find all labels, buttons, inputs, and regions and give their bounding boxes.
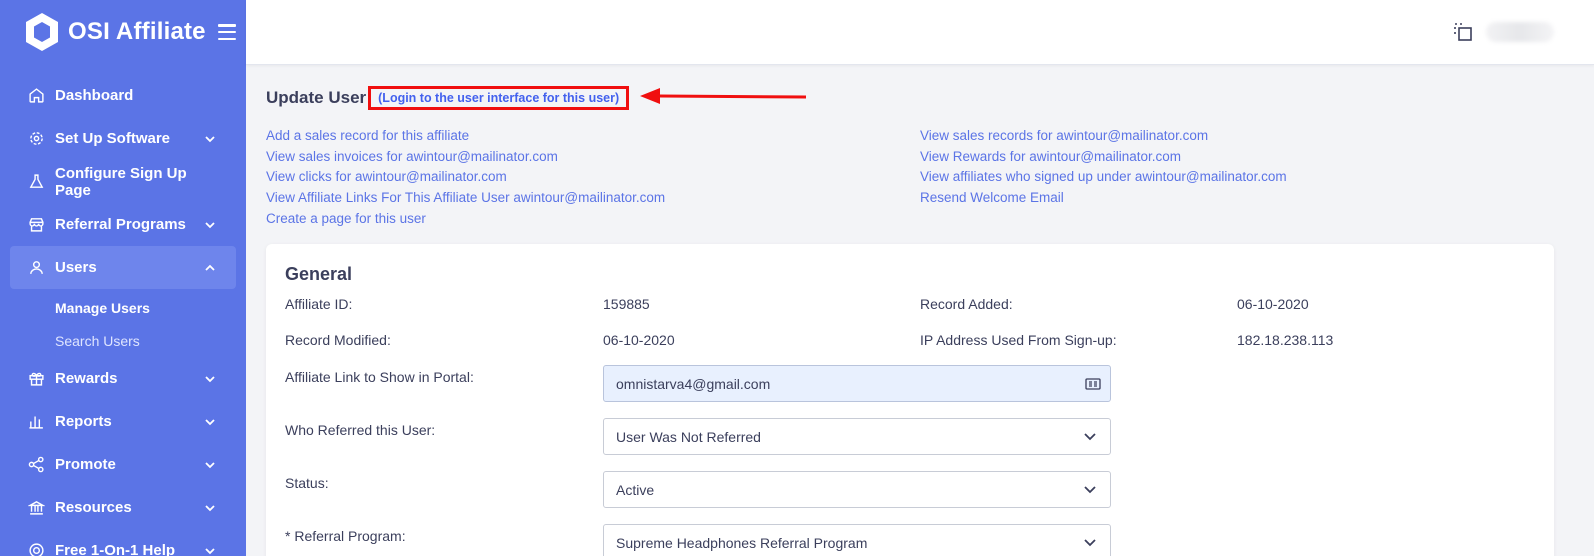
lifebuoy-icon bbox=[27, 542, 45, 556]
user-avatar[interactable] bbox=[1486, 22, 1554, 42]
brand: OSI Affiliate bbox=[24, 12, 236, 52]
window-toggle-icon[interactable] bbox=[1452, 21, 1474, 43]
referred-by-select[interactable]: User Was Not Referred bbox=[603, 418, 1111, 455]
chevron-down-icon bbox=[205, 461, 215, 468]
referred-by-label: Who Referred this User: bbox=[285, 422, 436, 438]
chevron-down-icon bbox=[1084, 433, 1096, 441]
sidebar-item-label: Promote bbox=[55, 456, 116, 473]
share-icon bbox=[27, 456, 45, 474]
resend-welcome-email-link[interactable]: Resend Welcome Email bbox=[920, 188, 1287, 209]
chevron-down-icon bbox=[205, 135, 215, 142]
affiliate-id-value: 159885 bbox=[603, 296, 650, 312]
general-card: General Affiliate ID: 159885 Record Adde… bbox=[266, 244, 1554, 556]
record-added-value: 06-10-2020 bbox=[1237, 296, 1309, 312]
home-icon bbox=[27, 87, 45, 105]
annotation-arrow-icon bbox=[640, 88, 807, 104]
main-content: Update User (Login to the user interface… bbox=[246, 66, 1594, 556]
sidebar-item-reports[interactable]: Reports bbox=[0, 400, 246, 443]
sidebar-subitem-search-users[interactable]: Search Users bbox=[0, 324, 246, 357]
view-affiliate-links-link[interactable]: View Affiliate Links For This Affiliate … bbox=[266, 188, 665, 209]
affiliate-link-label: Affiliate Link to Show in Portal: bbox=[285, 369, 474, 385]
login-as-user-link[interactable]: (Login to the user interface for this us… bbox=[368, 86, 630, 110]
affiliate-id-label: Affiliate ID: bbox=[285, 296, 353, 312]
sidebar-subitem-manage-users[interactable]: Manage Users bbox=[0, 291, 246, 324]
view-referred-affiliates-link[interactable]: View affiliates who signed up under awin… bbox=[920, 167, 1287, 188]
sidebar-item-set-up-software[interactable]: Set Up Software bbox=[0, 117, 246, 160]
user-action-links-left: Add a sales record for this affiliate Vi… bbox=[266, 126, 665, 229]
user-icon bbox=[27, 259, 45, 277]
sidebar-item-label: Set Up Software bbox=[55, 130, 171, 147]
ip-address-value: 182.18.238.113 bbox=[1237, 332, 1334, 348]
chevron-down-icon bbox=[205, 375, 215, 382]
sidebar: OSI Affiliate Dashboard Set Up Software … bbox=[0, 0, 246, 556]
add-sales-record-link[interactable]: Add a sales record for this affiliate bbox=[266, 126, 665, 147]
affiliate-link-input[interactable]: omnistarva4@gmail.com bbox=[603, 365, 1111, 402]
flask-icon bbox=[27, 173, 45, 191]
sidebar-item-dashboard[interactable]: Dashboard bbox=[0, 74, 246, 117]
record-added-label: Record Added: bbox=[920, 296, 1013, 312]
osi-logo-icon bbox=[26, 13, 58, 51]
chevron-down-icon bbox=[1084, 486, 1096, 494]
chevron-down-icon bbox=[205, 547, 215, 554]
sidebar-item-label: Dashboard bbox=[55, 87, 134, 104]
status-select-value: Active bbox=[616, 481, 655, 498]
sidebar-item-referral-programs[interactable]: Referral Programs bbox=[0, 203, 246, 246]
sidebar-item-label: Free 1-On-1 Help bbox=[55, 542, 176, 556]
sidebar-item-label: Resources bbox=[55, 499, 132, 516]
user-action-links-right: View sales records for awintour@mailinat… bbox=[920, 126, 1287, 209]
referral-program-label: * Referral Program: bbox=[285, 528, 406, 544]
sidebar-nav: Dashboard Set Up Software Configure Sign… bbox=[0, 74, 246, 556]
chevron-down-icon bbox=[205, 418, 215, 425]
store-icon bbox=[27, 216, 45, 234]
contact-card-icon bbox=[1085, 378, 1101, 390]
affiliate-link-input-value: omnistarva4@gmail.com bbox=[616, 375, 771, 392]
sidebar-item-label: Users bbox=[55, 259, 97, 276]
status-select[interactable]: Active bbox=[603, 471, 1111, 508]
sidebar-item-users[interactable]: Users bbox=[10, 246, 236, 289]
bank-icon bbox=[27, 499, 45, 517]
view-clicks-link[interactable]: View clicks for awintour@mailinator.com bbox=[266, 167, 665, 188]
chevron-up-icon bbox=[205, 264, 215, 271]
sidebar-item-label: Configure Sign Up Page bbox=[55, 164, 187, 199]
page-title: Update User (Login to the user interface… bbox=[266, 86, 630, 110]
sidebar-item-label: Rewards bbox=[55, 370, 118, 387]
sidebar-item-resources[interactable]: Resources bbox=[0, 486, 246, 529]
view-sales-records-link[interactable]: View sales records for awintour@mailinat… bbox=[920, 126, 1287, 147]
topbar bbox=[246, 0, 1594, 65]
page-title-text: Update User bbox=[266, 88, 367, 107]
record-modified-label: Record Modified: bbox=[285, 332, 391, 348]
chevron-down-icon bbox=[205, 504, 215, 511]
gift-icon bbox=[27, 370, 45, 388]
create-page-link[interactable]: Create a page for this user bbox=[266, 209, 665, 230]
brand-name: OSI Affiliate bbox=[68, 18, 206, 45]
view-sales-invoices-link[interactable]: View sales invoices for awintour@mailina… bbox=[266, 147, 665, 168]
sidebar-item-rewards[interactable]: Rewards bbox=[0, 357, 246, 400]
gear-icon bbox=[27, 130, 45, 148]
ip-address-label: IP Address Used From Sign-up: bbox=[920, 332, 1117, 348]
chevron-down-icon bbox=[205, 221, 215, 228]
status-label: Status: bbox=[285, 475, 329, 491]
record-modified-value: 06-10-2020 bbox=[603, 332, 675, 348]
sidebar-item-configure-sign-up-page[interactable]: Configure Sign Up Page bbox=[0, 160, 246, 203]
chevron-down-icon bbox=[1084, 539, 1096, 547]
referral-program-select-value: Supreme Headphones Referral Program bbox=[616, 534, 868, 551]
sidebar-item-promote[interactable]: Promote bbox=[0, 443, 246, 486]
general-card-title: General bbox=[285, 264, 353, 284]
sidebar-item-label: Referral Programs bbox=[55, 216, 186, 233]
sidebar-item-label: Reports bbox=[55, 413, 112, 430]
referral-program-select[interactable]: Supreme Headphones Referral Program bbox=[603, 524, 1111, 556]
menu-toggle-icon[interactable] bbox=[217, 24, 236, 40]
view-rewards-link[interactable]: View Rewards for awintour@mailinator.com bbox=[920, 147, 1287, 168]
bar-chart-icon bbox=[27, 413, 45, 431]
sidebar-item-free-help[interactable]: Free 1-On-1 Help bbox=[0, 529, 246, 556]
referred-by-select-value: User Was Not Referred bbox=[616, 428, 761, 445]
